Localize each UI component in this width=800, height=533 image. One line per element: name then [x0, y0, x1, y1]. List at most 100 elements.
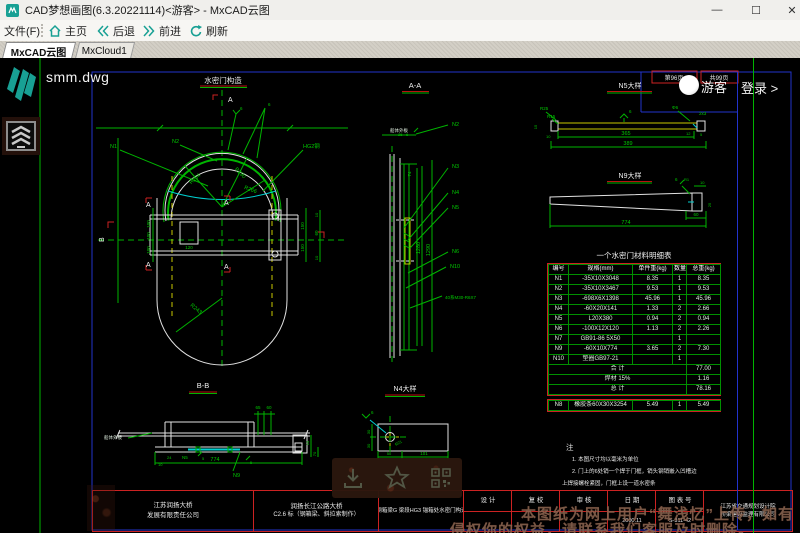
- tabstrip: MxCAD云图 MxCloud1: [0, 41, 800, 58]
- watermark-toolbar: [332, 458, 462, 498]
- watermark-patch: [87, 485, 115, 531]
- table-cell: [687, 355, 721, 365]
- section-marker: A: [224, 200, 229, 207]
- table-cell: GB91-86 5X50: [569, 335, 633, 345]
- dim-label: 100: [146, 246, 151, 254]
- close-button[interactable]: ✕: [778, 0, 800, 20]
- weld-label: 6: [268, 102, 271, 107]
- dim-label: 60: [314, 230, 319, 236]
- note-line: 2. 门上的6处销一个焊于门框，销头钢销嵌入凹槽边: [572, 467, 697, 475]
- menu-back-label: 后退: [113, 23, 135, 39]
- table-cell: 1.16: [687, 375, 721, 385]
- section-marker: A: [228, 97, 233, 104]
- table-cell: [687, 335, 721, 345]
- part-label: N4: [452, 190, 459, 196]
- table-cell: N6: [549, 325, 569, 335]
- tab-mxcad[interactable]: MxCAD云图: [2, 42, 76, 59]
- table-cell: 总重(kg): [687, 265, 721, 275]
- menu-home[interactable]: 主页: [48, 20, 87, 41]
- table-cell: 2.66: [687, 305, 721, 315]
- section-marker: A: [224, 264, 229, 271]
- part-label: N6: [452, 249, 459, 255]
- part-label: N5: [452, 205, 459, 211]
- login-button[interactable]: 登录 >: [741, 78, 778, 97]
- dim-label: 25: [707, 202, 712, 207]
- table-row: N7GB91-86 5X501: [549, 335, 721, 345]
- app-icon: [6, 4, 19, 17]
- dim-label: 10: [314, 212, 319, 217]
- view-title: 水密门构造: [204, 75, 242, 85]
- table-cell: 5.49: [687, 401, 721, 411]
- menubar: 文件(F) 主页 后退 前进 刷新: [0, 20, 800, 41]
- table-cell: 0.94: [687, 315, 721, 325]
- table-row: N9-60X10X7743.6527.30: [549, 345, 721, 355]
- table-row: N4-60X20X1411.3322.66: [549, 305, 721, 315]
- filename-label: smm.dwg: [46, 69, 109, 85]
- company-line: 江苏润扬大桥: [154, 501, 193, 511]
- menu-file[interactable]: 文件(F): [4, 20, 40, 41]
- table-cell: 数量: [673, 265, 687, 275]
- table-cell: 1: [673, 355, 687, 365]
- table-cell: 焊材 15%: [549, 375, 687, 385]
- app-window: CAD梦想画图(6.3.20221114)<游客> - MxCAD云图 — ☐ …: [0, 0, 800, 533]
- table-cell: 9.53: [633, 285, 673, 295]
- dim-label: 10: [314, 255, 319, 260]
- layers-button[interactable]: [2, 117, 40, 155]
- menu-refresh[interactable]: 刷新: [189, 20, 228, 41]
- parts-table: 编号规格(mm)单件重(kg)数量总重(kg)N1-35X10X30488.35…: [548, 264, 721, 395]
- menu-forward[interactable]: 前进: [142, 20, 181, 41]
- menu-back[interactable]: 后退: [96, 20, 135, 41]
- table-row: 编号规格(mm)单件重(kg)数量总重(kg): [549, 265, 721, 275]
- table-cell: -100X12X120: [569, 325, 633, 335]
- table-cell: -60X10X774: [569, 345, 633, 355]
- refresh-icon: [189, 24, 203, 38]
- table-cell: 7.30: [687, 345, 721, 355]
- tab-mxcloud1[interactable]: MxCloud1: [75, 42, 135, 59]
- table-cell: 1.13: [633, 325, 673, 335]
- weld-label: 5: [202, 456, 205, 461]
- note-line: 上焊接螺栓紧固，门框上设一道水密条: [562, 479, 656, 487]
- table-cell: L20X380: [569, 315, 633, 325]
- titleblock-company: 江苏润扬大桥 发展有限责任公司: [93, 491, 253, 531]
- table-row: N5L20X3800.9420.94: [549, 315, 721, 325]
- table-row: N1-35X10X30488.3518.35: [549, 275, 721, 285]
- table-row: N8橡胶条60X30X32545.4915.49: [549, 401, 721, 411]
- table-cell: N5: [549, 315, 569, 325]
- section-marker: A: [146, 262, 151, 269]
- minimize-button[interactable]: —: [703, 0, 731, 20]
- table-cell: N9: [549, 345, 569, 355]
- table-row: 合 计77.00: [549, 365, 721, 375]
- table-row: N6-100X12X1201.1322.26: [549, 325, 721, 335]
- dim-label: 30: [366, 429, 371, 434]
- main-view-linework: [96, 86, 348, 370]
- avatar[interactable]: [679, 75, 699, 95]
- table-cell: 垫圈GB97-21: [569, 355, 633, 365]
- weld-label: 6: [240, 106, 243, 111]
- table-cell: N4: [549, 305, 569, 315]
- table-cell: 2: [673, 345, 687, 355]
- weld-label: 6: [629, 109, 632, 114]
- watermark-text: 侵权你的权益，请联系我们客服及时删除。: [450, 519, 754, 533]
- table-row: N2-35X10X34679.5319.53: [549, 285, 721, 295]
- maximize-button[interactable]: ☐: [742, 0, 770, 20]
- titlebar: CAD梦想画图(6.3.20221114)<游客> - MxCAD云图 — ☐ …: [0, 0, 800, 20]
- dim-label: 30: [366, 443, 371, 448]
- cad-canvas[interactable]: 第96页 共99页: [0, 58, 800, 533]
- dim-label: 70: [312, 451, 317, 456]
- table-cell: 1: [673, 401, 687, 411]
- table-cell: 3.65: [633, 345, 673, 355]
- table-cell: [633, 335, 673, 345]
- dim-label: 774: [621, 220, 630, 226]
- tab-mxcloud1-label: MxCloud1: [82, 46, 127, 57]
- weld-label: 6: [371, 410, 374, 415]
- table-cell: 2.26: [687, 325, 721, 335]
- table-cell: 合 计: [549, 365, 687, 375]
- table-cell: 8.35: [633, 275, 673, 285]
- menu-forward-label: 前进: [159, 23, 181, 39]
- dim-label: 60: [266, 405, 272, 410]
- table-cell: -60X20X141: [569, 305, 633, 315]
- section-marker: B: [99, 237, 106, 242]
- view-title: N4大样: [394, 384, 417, 393]
- part-label: N2: [172, 139, 179, 145]
- part-label: N10: [450, 264, 460, 270]
